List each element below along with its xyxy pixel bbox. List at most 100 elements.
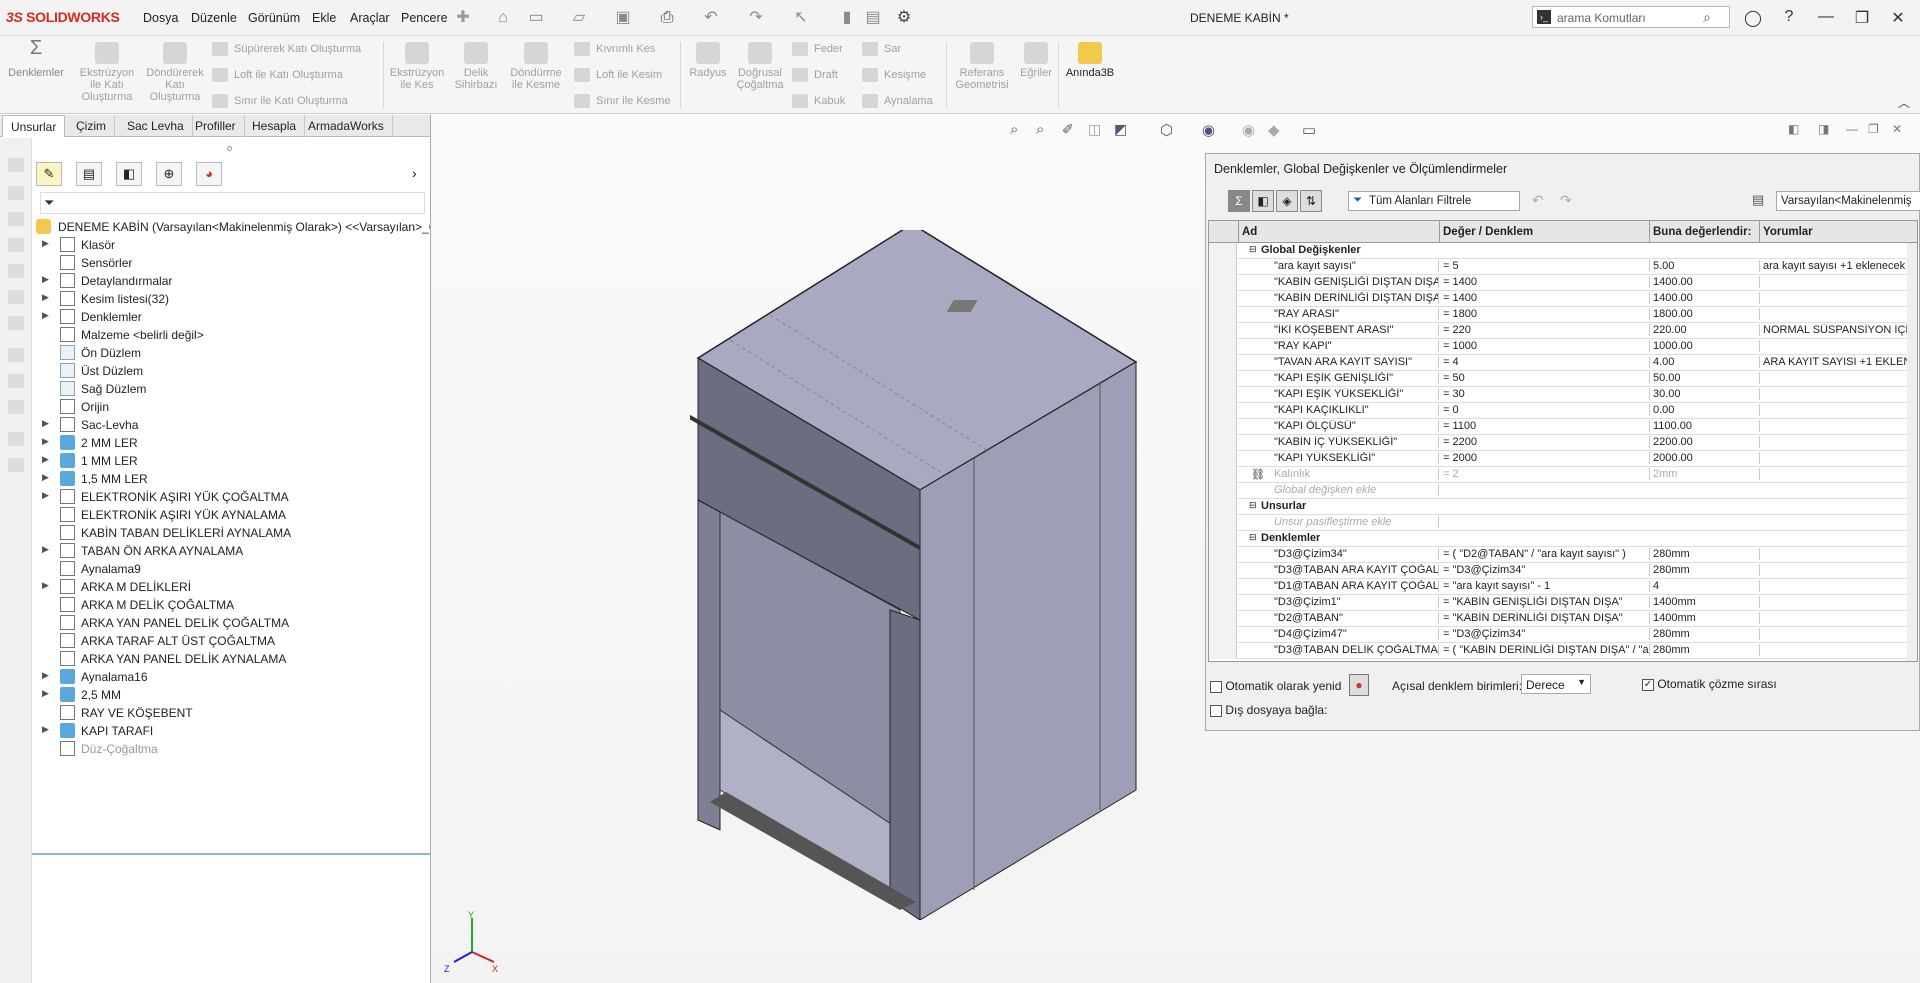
- property-manager-tab-icon[interactable]: ▤: [76, 162, 102, 186]
- row-header[interactable]: [1209, 531, 1237, 547]
- dimxpert-tab-icon[interactable]: ⊕: [156, 162, 182, 186]
- tree-item[interactable]: ARKA YAN PANEL DELİK ÇOĞALTMA: [32, 614, 430, 632]
- row-header[interactable]: [1209, 291, 1237, 307]
- global-variable-row[interactable]: "KAPI ÖLÇÜSÜ" = 1100 1100.00: [1209, 419, 1917, 435]
- equation-value-cell[interactable]: = ( "D2@TABAN" / "ara kayıt sayısı" ): [1440, 548, 1650, 560]
- display-style-icon[interactable]: ◉: [1202, 121, 1215, 139]
- variable-value-cell[interactable]: = 2000: [1440, 452, 1650, 464]
- command-search-input[interactable]: ›_ arama Komutları ⌕: [1532, 6, 1730, 28]
- add-feature-suppression-cell[interactable]: Unsur pasifleştirme ekle: [1239, 516, 1439, 528]
- equation-value-cell[interactable]: = "D3@Çizim34": [1440, 564, 1650, 576]
- section-view-icon[interactable]: ◫: [1088, 121, 1101, 138]
- expand-arrow-icon[interactable]: ▶: [42, 238, 49, 249]
- panel-grip-icon[interactable]: [227, 146, 232, 151]
- edit-appearance-icon[interactable]: ◆: [1268, 121, 1280, 139]
- tree-item[interactable]: ARKA TARAF ALT ÜST ÇOĞALTMA: [32, 632, 430, 650]
- variable-value-cell[interactable]: = 4: [1440, 356, 1650, 368]
- variable-value-cell[interactable]: = 1400: [1440, 292, 1650, 304]
- link-external-checkbox[interactable]: [1210, 704, 1222, 717]
- tree-item[interactable]: ELEKTRONİK AŞIRI YÜK AYNALAMA: [32, 506, 430, 524]
- tree-item[interactable]: ARKA M DELİK ÇOĞALTMA: [32, 596, 430, 614]
- variable-name-cell[interactable]: "İKİ KÖŞEBENT ARASI": [1239, 324, 1439, 336]
- redo-icon[interactable]: ↷: [745, 7, 767, 29]
- tree-item[interactable]: Sensörler: [32, 254, 430, 272]
- lofted-cut-button[interactable]: Loft ile Kesim: [574, 68, 662, 82]
- hide-show-items-icon[interactable]: ◉: [1242, 121, 1255, 139]
- row-header[interactable]: [1209, 595, 1237, 611]
- menu-araclar[interactable]: Araçlar: [350, 11, 390, 25]
- link-external-option[interactable]: Dış dosyaya bağla:: [1210, 703, 1327, 717]
- zoom-area-icon[interactable]: ⌕: [1036, 121, 1044, 138]
- strip-icon[interactable]: [8, 158, 24, 172]
- expand-arrow-icon[interactable]: ▶: [42, 688, 49, 699]
- chevron-right-icon[interactable]: ›: [412, 165, 417, 181]
- strip-icon[interactable]: [8, 374, 24, 388]
- tree-item[interactable]: ▶ 2 MM LER: [32, 434, 430, 452]
- equation-row[interactable]: "D3@TABAN ARA KAYIT ÇOĞALT = "D3@Çizim34"…: [1209, 563, 1917, 579]
- equation-row[interactable]: "D3@Çizim34" = ( "D2@TABAN" / "ara kayıt …: [1209, 547, 1917, 563]
- menu-pencere[interactable]: Pencere: [401, 11, 448, 25]
- expand-arrow-icon[interactable]: ▶: [42, 580, 49, 591]
- variable-value-cell[interactable]: = 0: [1440, 404, 1650, 416]
- equation-value-cell[interactable]: = "KABİN GENİŞLİĞİ DIŞTAN DIŞA": [1440, 596, 1650, 608]
- add-global-variable-row[interactable]: Global değişken ekle: [1209, 483, 1917, 499]
- tree-item[interactable]: ▶ ELEKTRONİK AŞIRI YÜK ÇOĞALTMA: [32, 488, 430, 506]
- expand-arrow-icon[interactable]: ▶: [42, 292, 49, 303]
- linear-pattern-button[interactable]: Doğrusal Çoğaltma: [732, 42, 788, 91]
- traffic-light-icon[interactable]: ●: [1349, 674, 1369, 696]
- row-header[interactable]: [1209, 243, 1237, 259]
- units-select[interactable]: Varsayılan<Makinelenmiş: [1776, 191, 1920, 211]
- options-gear-icon[interactable]: ⚙: [893, 7, 915, 29]
- strip-icon[interactable]: [8, 348, 24, 362]
- tree-item[interactable]: ▶ KAPI TARAFI: [32, 722, 430, 740]
- dimension-view-icon[interactable]: ◈: [1276, 190, 1298, 212]
- menu-dosya[interactable]: Dosya: [143, 11, 178, 25]
- equation-name-cell[interactable]: "D3@TABAN ARA KAYIT ÇOĞALT: [1239, 564, 1439, 576]
- auto-rebuild-checkbox[interactable]: [1210, 680, 1222, 693]
- tree-item[interactable]: RAY VE KÖŞEBENT: [32, 704, 430, 722]
- tree-item[interactable]: Ön Düzlem: [32, 344, 430, 362]
- section-features[interactable]: ⊟ Unsurlar: [1209, 499, 1917, 515]
- strip-icon[interactable]: [8, 316, 24, 330]
- row-header[interactable]: [1209, 323, 1237, 339]
- variable-value-cell[interactable]: = 1100: [1440, 420, 1650, 432]
- boundary-cut-button[interactable]: Sınır ile Kesme: [574, 94, 671, 108]
- variable-name-cell[interactable]: "KABİN GENİŞLİĞİ DIŞTAN DIŞA": [1239, 276, 1439, 288]
- row-header[interactable]: [1209, 387, 1237, 403]
- variable-value-cell[interactable]: = 1000: [1440, 340, 1650, 352]
- variable-name-cell[interactable]: "RAY ARASI": [1239, 308, 1439, 320]
- row-header[interactable]: [1209, 259, 1237, 275]
- view-orientation-icon[interactable]: ⬡: [1160, 121, 1173, 139]
- global-variable-row[interactable]: "KABİN İÇ YÜKSEKLİĞİ" = 2200 2200.00: [1209, 435, 1917, 451]
- row-header[interactable]: [1209, 403, 1237, 419]
- equation-row[interactable]: "D3@Çizim1" = "KABİN GENİŞLİĞİ DIŞTAN DIŞ…: [1209, 595, 1917, 611]
- equations-button[interactable]: Σ Denklemler: [6, 38, 66, 79]
- row-header[interactable]: [1209, 547, 1237, 563]
- equation-view-icon[interactable]: Σ: [1228, 190, 1250, 212]
- curves-button[interactable]: Eğriler: [1014, 42, 1058, 79]
- equation-name-cell[interactable]: "D3@Çizim1": [1239, 596, 1439, 608]
- variable-value-cell[interactable]: = 5: [1440, 260, 1650, 272]
- global-variable-row[interactable]: "İKİ KÖŞEBENT ARASI" = 220 220.00 NORMAL SÜ…: [1209, 323, 1917, 339]
- global-variable-row[interactable]: "KABİN DERİNLİĞİ DIŞTAN DIŞA" = 1400 1400.…: [1209, 291, 1917, 307]
- row-header[interactable]: [1209, 611, 1237, 627]
- tree-item[interactable]: ▶ 1 MM LER: [32, 452, 430, 470]
- linked-variable-name-cell[interactable]: Kalınlık: [1239, 468, 1439, 480]
- variable-name-cell[interactable]: "KAPI YÜKSEKLİĞİ": [1239, 452, 1439, 464]
- global-variable-row[interactable]: "KAPI EŞİK GENİŞLİĞİ" = 50 50.00: [1209, 371, 1917, 387]
- auto-rebuild-option[interactable]: Otomatik olarak yenid: [1210, 679, 1350, 693]
- equation-row[interactable]: "D1@TABAN ARA KAYIT ÇOĞALT = "ara kayıt s…: [1209, 579, 1917, 595]
- viewport-close-icon[interactable]: ✕: [1892, 122, 1902, 136]
- variable-name-cell[interactable]: "KAPI KAÇIKLIKLI": [1239, 404, 1439, 416]
- equation-name-cell[interactable]: "D4@Çizim47": [1239, 628, 1439, 640]
- tree-item[interactable]: Orijin: [32, 398, 430, 416]
- row-header[interactable]: [1209, 643, 1237, 659]
- strip-icon[interactable]: [8, 400, 24, 414]
- tree-item[interactable]: ARKA YAN PANEL DELİK AYNALAMA: [32, 650, 430, 668]
- swept-boss-button[interactable]: Süpürerek Katı Oluşturma: [212, 42, 361, 56]
- tab-profiller[interactable]: Profiller: [187, 115, 245, 137]
- equation-value-cell[interactable]: = ( "KABİN DERİNLİĞİ DIŞTAN DIŞA" / "ara: [1440, 644, 1650, 656]
- equation-name-cell[interactable]: "D1@TABAN ARA KAYIT ÇOĞALT: [1239, 580, 1439, 592]
- strip-icon[interactable]: [8, 212, 24, 226]
- tree-item[interactable]: ▶ Kesim listesi(32): [32, 290, 430, 308]
